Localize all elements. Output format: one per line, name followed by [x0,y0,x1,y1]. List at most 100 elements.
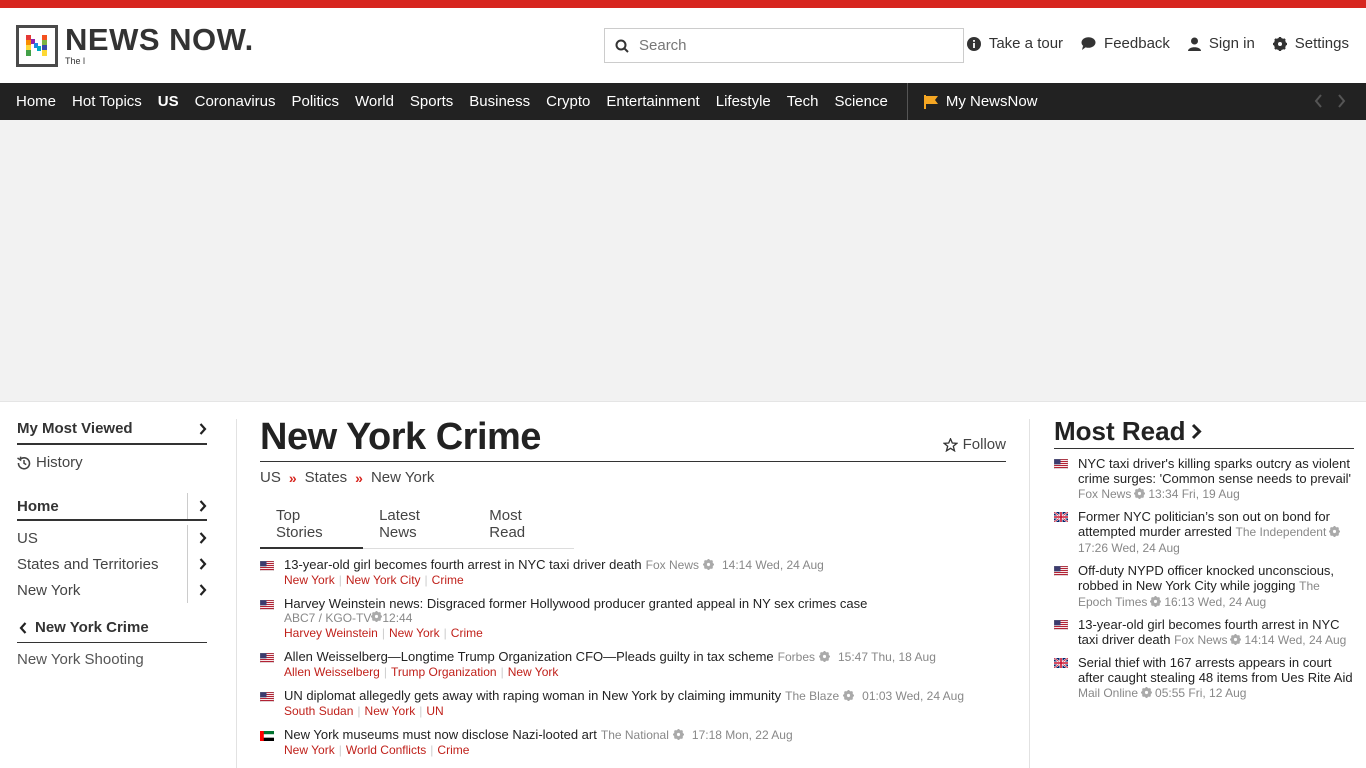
story-tag[interactable]: South Sudan [284,704,353,718]
nav-my-newsnow[interactable]: My NewsNow [923,93,1038,110]
story-tag[interactable]: New York [365,704,416,718]
nav-science[interactable]: Science [834,93,887,110]
most-read-source[interactable]: The Independent [1236,525,1327,539]
gear-icon[interactable] [1134,488,1146,499]
gear-icon[interactable] [703,559,714,570]
story-tag[interactable]: Trump Organization [391,665,497,679]
history-link[interactable]: History [17,454,207,471]
sidebar-item-home[interactable]: Home [17,493,207,521]
most-read-time: 14:14 Wed, 24 Aug [1244,633,1347,647]
gear-icon[interactable] [843,690,855,701]
most-read-title: Most Read [1054,416,1186,446]
logo[interactable]: NEWS NOW. The l [16,24,254,67]
header: NEWS NOW. The l Take a tour Feedback Sig… [0,8,1366,83]
nav-world[interactable]: World [355,93,394,110]
uk-flag-icon [1054,512,1068,522]
nav-business[interactable]: Business [469,93,530,110]
story-headline[interactable]: 13-year-old girl becomes fourth arrest i… [284,557,642,572]
story-tag[interactable]: New York [284,573,335,587]
story-tag[interactable]: New York City [346,573,421,587]
gear-icon[interactable] [819,651,830,662]
story-tag[interactable]: UN [426,704,443,718]
gear-icon[interactable] [1141,687,1153,698]
tab-most-read[interactable]: Most Read [473,507,574,548]
nav-politics[interactable]: Politics [292,93,340,110]
sidebar-item-new-york[interactable]: New York [17,577,207,603]
gear-icon[interactable] [1230,634,1242,645]
nav-coronavirus[interactable]: Coronavirus [195,93,276,110]
story-source[interactable]: The National [601,728,669,742]
story-tag[interactable]: Harvey Weinstein [284,626,378,640]
story-tags: South Sudan | New York | UN [284,704,964,719]
sign-in-link[interactable]: Sign in [1187,35,1255,52]
nav-hot-topics[interactable]: Hot Topics [72,93,142,110]
chevron-left-icon[interactable] [1314,94,1323,108]
story-tag[interactable]: World Conflicts [346,743,426,757]
most-read-header[interactable]: Most Read [1054,416,1354,449]
sidebar-item-us[interactable]: US [17,525,207,551]
us-flag-icon [1054,620,1068,630]
story-tag[interactable]: New York [284,743,335,757]
most-viewed-header[interactable]: My Most Viewed [17,420,207,445]
story-tag[interactable]: Allen Weisselberg [284,665,380,679]
story-tag[interactable]: Crime [432,573,464,587]
nav-entertainment[interactable]: Entertainment [606,93,699,110]
left-sidebar: My Most Viewed History Home US States an… [17,420,207,668]
story-headline[interactable]: Allen Weisselberg—Longtime Trump Organiz… [284,649,774,664]
gear-icon[interactable] [672,729,684,740]
us-flag-icon [1054,566,1068,576]
chevron-right-icon [199,558,207,570]
gear-icon[interactable] [1329,526,1341,537]
tag-separator: | [338,743,342,757]
most-read-source[interactable]: Fox News [1078,487,1131,501]
feedback-link[interactable]: Feedback [1081,35,1170,52]
nav-us[interactable]: US [158,93,179,110]
nav-tech[interactable]: Tech [787,93,819,110]
breadcrumb-us[interactable]: US [260,469,281,486]
story-tag[interactable]: New York [508,665,559,679]
story-tag[interactable]: Crime [451,626,483,640]
gear-icon[interactable] [371,611,383,622]
story-headline[interactable]: Harvey Weinstein news: Disgraced former … [284,596,867,611]
chevron-right-icon[interactable] [1337,94,1346,108]
breadcrumb-states[interactable]: States [305,469,348,486]
story-item: Harvey Weinstein news: Disgraced former … [260,596,1006,641]
main-column: New York Crime Follow US » States » New … [260,416,1006,768]
most-read-headline[interactable]: Serial thief with 167 arrests appears in… [1078,655,1353,685]
story-tags: Harvey Weinstein | New York | Crime [284,626,867,641]
story-source[interactable]: Forbes [778,650,815,664]
story-headline[interactable]: New York museums must now disclose Nazi-… [284,727,597,742]
nav-lifestyle[interactable]: Lifestyle [716,93,771,110]
story-headline[interactable]: UN diplomat allegedly gets away with rap… [284,688,781,703]
most-viewed-label: My Most Viewed [17,420,133,437]
search-input[interactable] [639,37,939,54]
take-tour-label: Take a tour [988,35,1064,52]
settings-link[interactable]: Settings [1272,35,1349,52]
nav-divider [906,83,908,120]
take-tour-link[interactable]: Take a tour [966,35,1064,52]
flag-icon [923,94,938,109]
story-source[interactable]: ABC7 / KGO-TV [284,611,371,625]
nav-sports[interactable]: Sports [410,93,453,110]
tab-top-stories[interactable]: Top Stories [260,507,364,549]
most-read-headline[interactable]: NYC taxi driver's killing sparks outcry … [1078,456,1351,486]
gear-icon[interactable] [1150,596,1162,607]
story-source[interactable]: Fox News [646,558,699,572]
most-read-headline[interactable]: Off-duty NYPD officer knocked unconsciou… [1078,563,1334,593]
follow-button[interactable]: Follow [942,436,1006,453]
uae-flag-icon [260,731,274,741]
story-tag[interactable]: Crime [437,743,469,757]
story-source[interactable]: The Blaze [785,689,839,703]
story-tag[interactable]: New York [389,626,440,640]
nav-home[interactable]: Home [16,93,56,110]
sidebar-item-states[interactable]: States and Territories [17,551,207,577]
most-read-source[interactable]: Mail Online [1078,686,1138,700]
most-read-source[interactable]: Fox News [1174,633,1227,647]
breadcrumb-new-york[interactable]: New York [371,469,434,486]
nav-crypto[interactable]: Crypto [546,93,590,110]
subtopic-new-york-shooting[interactable]: New York Shooting [17,651,207,668]
history-label: History [36,454,83,471]
current-topic[interactable]: New York Crime [17,619,207,643]
tab-latest-news[interactable]: Latest News [363,507,473,548]
divider [1029,419,1030,768]
